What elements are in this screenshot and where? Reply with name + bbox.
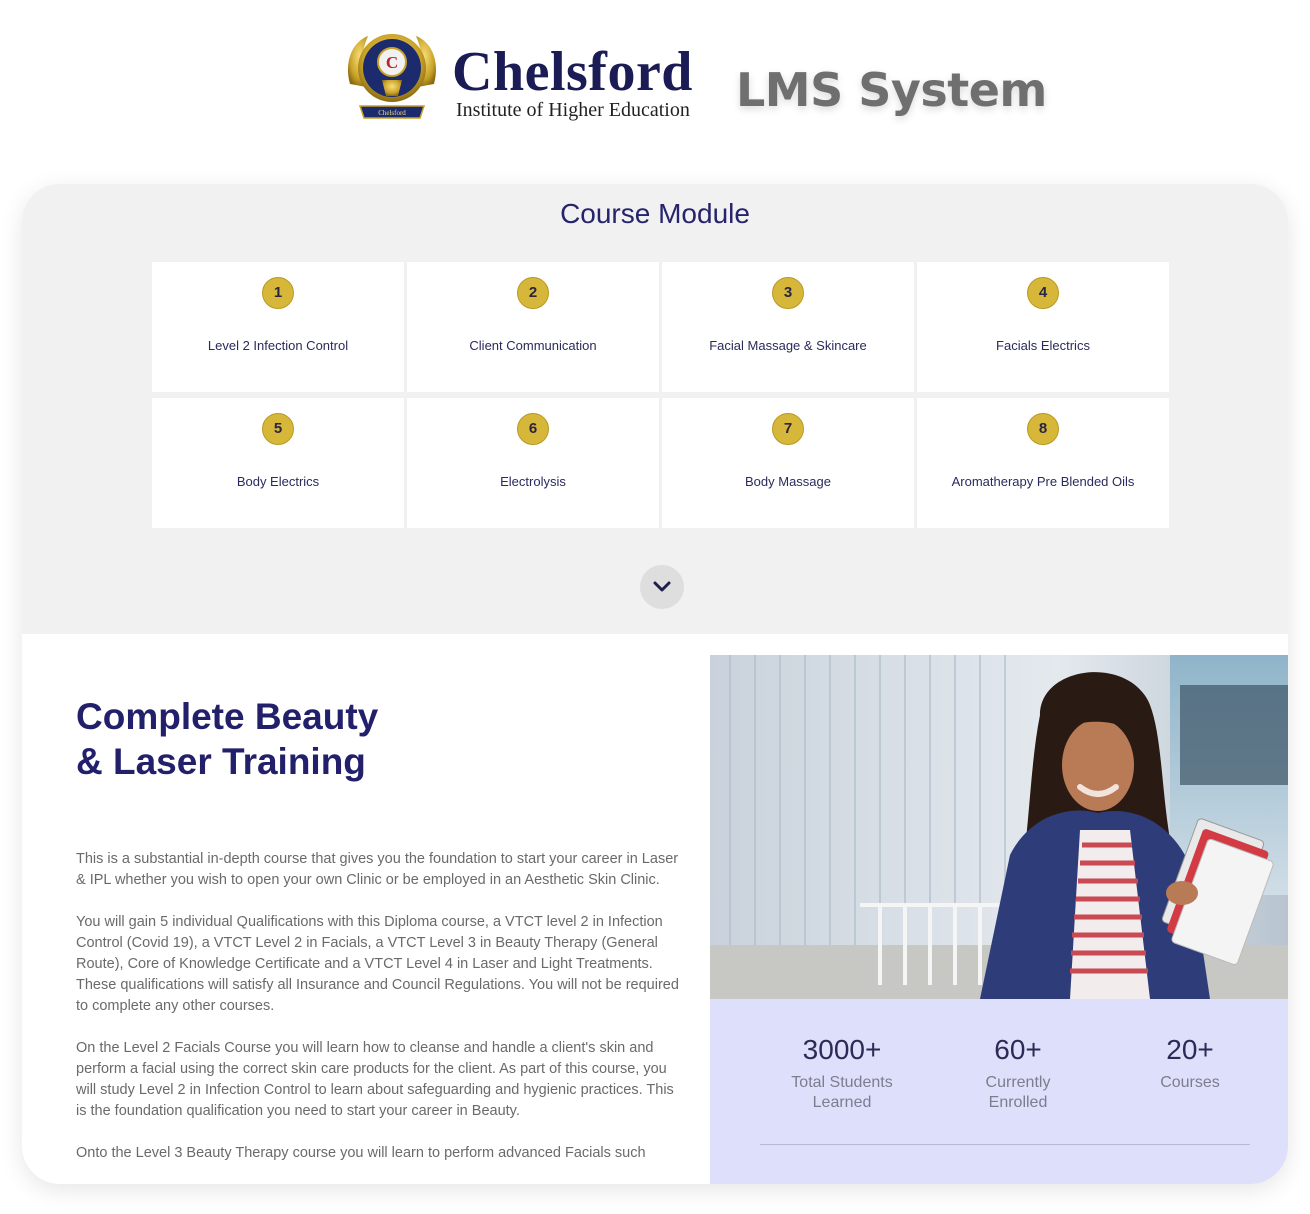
stats-divider xyxy=(760,1144,1250,1145)
module-name: Facials Electrics xyxy=(996,338,1090,353)
stat-label-line: Total Students xyxy=(791,1074,893,1091)
svg-text:C: C xyxy=(386,53,398,72)
svg-text:Chelsford: Chelsford xyxy=(378,109,406,117)
stat-label-line: Enrolled xyxy=(988,1094,1048,1111)
course-module-heading: Course Module xyxy=(560,198,750,229)
stat-label: Currently Enrolled xyxy=(938,1073,1098,1113)
brand-header: C Chelsford Chelsford Institute of Highe… xyxy=(0,0,1310,150)
stats-panel: 3000+ Total Students Learned 60+ Current… xyxy=(710,999,1288,1184)
stat-label-line: Learned xyxy=(812,1094,872,1111)
module-tile-5[interactable]: 5 Body Electrics xyxy=(152,398,404,528)
stat-label-line: Currently xyxy=(985,1074,1051,1091)
stat-currently-enrolled: 60+ Currently Enrolled xyxy=(938,1033,1098,1113)
brand-subtitle: Institute of Higher Education xyxy=(456,99,690,121)
course-title-line-2: & Laser Training xyxy=(76,741,366,782)
chevron-down-icon xyxy=(653,581,671,592)
module-tile-3[interactable]: 3 Facial Massage & Skincare xyxy=(662,262,914,392)
stat-label-line: Courses xyxy=(1160,1074,1220,1091)
module-grid: 1 Level 2 Infection Control 2 Client Com… xyxy=(152,262,1170,528)
course-title-line-1: Complete Beauty xyxy=(76,696,379,737)
stat-total-students: 3000+ Total Students Learned xyxy=(762,1033,922,1113)
module-number-badge: 7 xyxy=(772,413,804,445)
module-name: Aromatherapy Pre Blended Oils xyxy=(951,474,1135,489)
module-tile-1[interactable]: 1 Level 2 Infection Control xyxy=(152,262,404,392)
module-name: Body Electrics xyxy=(236,474,320,489)
module-name: Facial Massage & Skincare xyxy=(709,338,867,353)
module-number-badge: 1 xyxy=(262,277,294,309)
stat-value: 3000+ xyxy=(802,1034,882,1065)
app-title: LMS System xyxy=(736,63,1047,117)
module-tile-6[interactable]: 6 Electrolysis xyxy=(407,398,659,528)
chelsford-logo-icon: C Chelsford xyxy=(342,22,442,132)
module-number-badge: 2 xyxy=(517,277,549,309)
stat-value: 20+ xyxy=(1166,1034,1214,1065)
stat-courses: 20+ Courses xyxy=(1110,1033,1270,1093)
module-tile-7[interactable]: 7 Body Massage xyxy=(662,398,914,528)
expand-modules-button[interactable] xyxy=(640,565,684,609)
module-tile-2[interactable]: 2 Client Communication xyxy=(407,262,659,392)
module-name: Body Massage xyxy=(745,474,831,489)
course-title: Complete Beauty & Laser Training xyxy=(76,694,378,784)
module-number-badge: 8 xyxy=(1027,413,1059,445)
stat-value: 60+ xyxy=(994,1034,1042,1065)
course-card: Course Module 1 Level 2 Infection Contro… xyxy=(22,184,1288,1184)
description-paragraph: Onto the Level 3 Beauty Therapy course y… xyxy=(76,1145,646,1161)
module-number-badge: 6 xyxy=(517,413,549,445)
module-number-badge: 5 xyxy=(262,413,294,445)
description-paragraph: This is a substantial in-depth course th… xyxy=(76,851,679,888)
module-tile-4[interactable]: 4 Facials Electrics xyxy=(917,262,1169,392)
stat-label: Courses xyxy=(1110,1073,1270,1093)
brand-name: Chelsford xyxy=(452,41,693,103)
module-number-badge: 3 xyxy=(772,277,804,309)
course-module-section: Course Module 1 Level 2 Infection Contro… xyxy=(22,184,1288,634)
description-paragraph: On the Level 2 Facials Course you will l… xyxy=(76,1040,674,1119)
student-photo xyxy=(710,655,1288,999)
course-description: This is a substantial in-depth course th… xyxy=(76,849,686,1184)
stat-label: Total Students Learned xyxy=(762,1073,922,1113)
description-paragraph: You will gain 5 individual Qualification… xyxy=(76,914,679,1014)
module-tile-8[interactable]: 8 Aromatherapy Pre Blended Oils xyxy=(917,398,1169,528)
module-number-badge: 4 xyxy=(1027,277,1059,309)
module-name: Client Communication xyxy=(469,338,597,353)
module-name: Level 2 Infection Control xyxy=(207,338,349,353)
module-name: Electrolysis xyxy=(500,474,566,489)
